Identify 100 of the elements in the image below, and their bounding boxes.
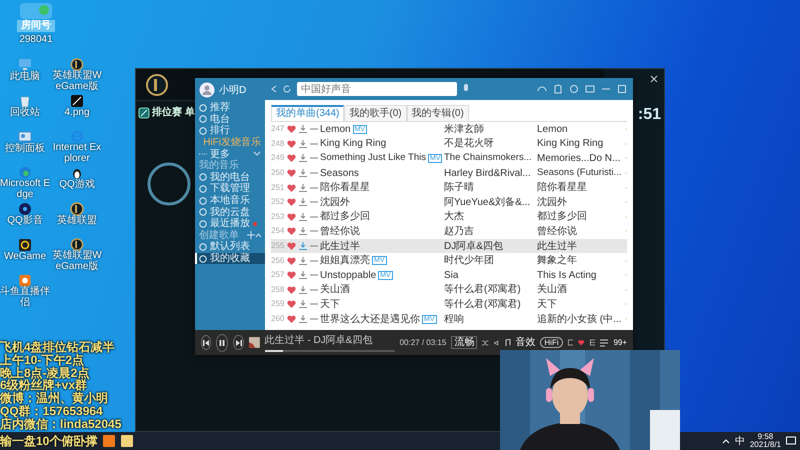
more-icon[interactable] <box>310 216 318 218</box>
pause-button[interactable] <box>216 334 228 352</box>
album-name[interactable]: Lemon <box>537 122 625 137</box>
album-name[interactable]: 此生过半 <box>537 238 625 254</box>
lyrics-icon[interactable] <box>568 338 574 347</box>
sidebar-item[interactable]: 排行 <box>195 125 265 137</box>
album-cover-icon[interactable] <box>248 334 260 351</box>
quality-dropdown[interactable]: 流畅 <box>451 336 478 349</box>
image-file-icon[interactable] <box>70 94 84 108</box>
sidebar-item[interactable]: 最近播放 <box>195 218 265 230</box>
sidebar-item[interactable]: 我的收藏 <box>195 252 265 264</box>
more-icon[interactable] <box>310 288 318 291</box>
previous-button[interactable] <box>201 335 212 350</box>
artist-name[interactable]: 大杰 <box>444 209 537 224</box>
control-panel-icon[interactable] <box>18 130 32 144</box>
album-name[interactable]: 舞象之年 <box>537 253 625 268</box>
shirt-icon[interactable] <box>553 84 563 94</box>
ime-indicator[interactable]: 中 <box>734 434 745 448</box>
effects-button[interactable]: 音效 <box>504 335 536 350</box>
artist-name[interactable]: The Chainsmokers... <box>444 151 537 166</box>
album-name[interactable]: 曾经你说 <box>537 224 625 239</box>
song-row[interactable]: 254 曾经你说 赵乃吉 曾经你说 <box>271 224 627 239</box>
shuffle-icon[interactable] <box>482 338 489 346</box>
game-logo-icon[interactable] <box>70 238 84 251</box>
volume-icon[interactable] <box>494 338 500 346</box>
playlist-button[interactable]: 99+ <box>600 336 628 348</box>
song-row[interactable]: 251 陪你看星星 陈子晴 陪你看星星 <box>271 180 627 195</box>
computer-icon[interactable] <box>18 58 32 72</box>
tab[interactable]: 我的单曲(344) <box>271 105 344 121</box>
back-icon[interactable] <box>271 85 277 93</box>
song-row[interactable]: 250 Seasons Harley Bird&Rival... Seasons (Futuristi... <box>271 166 627 180</box>
download-icon[interactable] <box>299 315 307 324</box>
app-icon[interactable] <box>121 435 134 447</box>
refresh-icon[interactable] <box>283 85 291 93</box>
app-icon[interactable] <box>103 435 116 447</box>
sidebar-item[interactable]: 我的电台 <box>195 172 265 184</box>
sidebar-item[interactable]: 本地音乐 <box>195 194 265 206</box>
artist-name[interactable]: Harley Bird&Rival... <box>444 166 537 181</box>
more-icon[interactable] <box>310 274 318 276</box>
settings-icon[interactable] <box>569 84 579 94</box>
more-icon[interactable] <box>310 303 318 306</box>
album-name[interactable]: 都过多少回 <box>537 209 625 224</box>
hifi-toggle[interactable]: HiFi <box>540 337 563 348</box>
game-logo-icon[interactable] <box>70 58 84 71</box>
album-name[interactable]: 沈园外 <box>537 194 625 210</box>
microphone-icon[interactable] <box>463 84 469 94</box>
download-icon[interactable] <box>299 212 307 221</box>
artist-name[interactable]: 等什么君(邓寓君) <box>444 282 537 298</box>
more-icon[interactable] <box>310 245 318 248</box>
artist-name[interactable]: 阿YueYue&刘备&... <box>444 194 537 210</box>
recycle-bin-icon[interactable] <box>18 94 32 108</box>
more-icon[interactable] <box>310 172 318 174</box>
download-icon[interactable] <box>299 169 307 178</box>
avatar-icon[interactable] <box>199 82 215 98</box>
song-row[interactable]: 253 都过多少回 大杰 都过多少回 <box>271 210 627 224</box>
media-player-icon[interactable] <box>18 202 32 216</box>
artist-name[interactable]: DJ阿卓&四包 <box>444 238 537 254</box>
window-icon[interactable] <box>590 338 596 347</box>
user-name[interactable]: 小明D <box>219 82 246 98</box>
album-name[interactable]: 关山酒 <box>537 282 625 298</box>
artist-name[interactable]: 赵乃吉 <box>444 224 537 239</box>
penguin-icon[interactable] <box>70 166 84 180</box>
artist-name[interactable]: 等什么君(邓寓君) <box>444 296 537 312</box>
sidebar-item[interactable]: 推荐 <box>195 102 265 114</box>
tab[interactable]: 我的专辑(0) <box>406 105 469 121</box>
download-icon[interactable] <box>299 242 307 250</box>
song-row[interactable]: 255 此生过半 DJ阿卓&四包 此生过半 <box>271 238 627 254</box>
maximize-icon[interactable] <box>617 84 627 94</box>
more-icon[interactable] <box>310 318 318 320</box>
song-row[interactable]: 259 天下 等什么君(邓寓君) 天下 <box>271 297 627 312</box>
game-logo-icon[interactable] <box>70 202 84 216</box>
sidebar-item[interactable]: 电台 <box>195 114 265 126</box>
tab[interactable]: 我的歌手(0) <box>344 105 407 121</box>
download-icon[interactable] <box>299 256 307 265</box>
sidebar-item[interactable]: 更多 <box>195 148 265 160</box>
browser-icon[interactable] <box>18 166 32 179</box>
next-button[interactable] <box>233 335 244 350</box>
song-row[interactable]: 252 沈园外 阿YueYue&刘备&... 沈园外 <box>271 194 627 210</box>
download-icon[interactable] <box>299 198 307 206</box>
album-name[interactable]: Seasons (Futuristi... <box>537 166 625 180</box>
download-icon[interactable] <box>299 300 307 308</box>
artist-name[interactable]: 不是花火呀 <box>444 136 537 152</box>
artist-name[interactable]: 米津玄師 <box>444 122 537 137</box>
more-icon[interactable] <box>310 142 318 145</box>
mini-mode-icon[interactable] <box>585 84 595 94</box>
more-icon[interactable] <box>310 260 318 262</box>
search-field[interactable]: 中国好声音 <box>297 82 457 96</box>
album-name[interactable]: 陪你看星星 <box>537 180 625 196</box>
song-row[interactable]: 258 关山酒 等什么君(邓寓君) 关山酒 <box>271 282 627 298</box>
download-icon[interactable] <box>299 154 307 162</box>
headphones-icon[interactable] <box>537 84 547 94</box>
sidebar-item[interactable]: 默认列表 <box>195 241 265 253</box>
download-icon[interactable] <box>299 271 307 280</box>
download-icon[interactable] <box>299 140 307 148</box>
close-icon[interactable] <box>650 75 658 83</box>
notification-icon[interactable] <box>786 436 796 446</box>
album-name[interactable]: This Is Acting <box>537 268 625 283</box>
clock[interactable]: 9:58 2021/8/1 <box>750 432 781 450</box>
artist-name[interactable]: 程响 <box>444 312 537 327</box>
more-icon[interactable] <box>310 230 318 232</box>
